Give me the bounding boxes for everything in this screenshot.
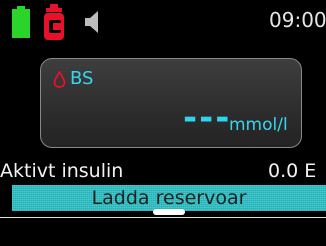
- blood-sugar-card[interactable]: BS --- mmol/l: [40, 58, 302, 148]
- status-bar: 09:00: [0, 0, 326, 44]
- bs-label: BS: [70, 68, 94, 89]
- clock: 09:00: [269, 8, 326, 32]
- blood-drop-icon: [53, 71, 66, 88]
- bottom-divider: [0, 217, 326, 218]
- active-insulin-row: Aktivt insulin 0.0 E: [0, 158, 326, 184]
- battery-icon: [12, 6, 30, 38]
- page-indicator: [153, 209, 185, 215]
- load-reservoir-button[interactable]: Ladda reservoar: [12, 185, 326, 211]
- bs-value: ---: [183, 98, 232, 138]
- pump-home-screen: 09:00 BS --- mmol/l Aktivt insulin 0.0 E…: [0, 0, 326, 246]
- active-insulin-value: 0.0 E: [268, 160, 317, 182]
- speaker-icon: [85, 11, 98, 33]
- active-insulin-label: Aktivt insulin: [0, 160, 124, 182]
- bs-unit: mmol/l: [229, 115, 288, 135]
- reservoir-icon: [44, 4, 64, 40]
